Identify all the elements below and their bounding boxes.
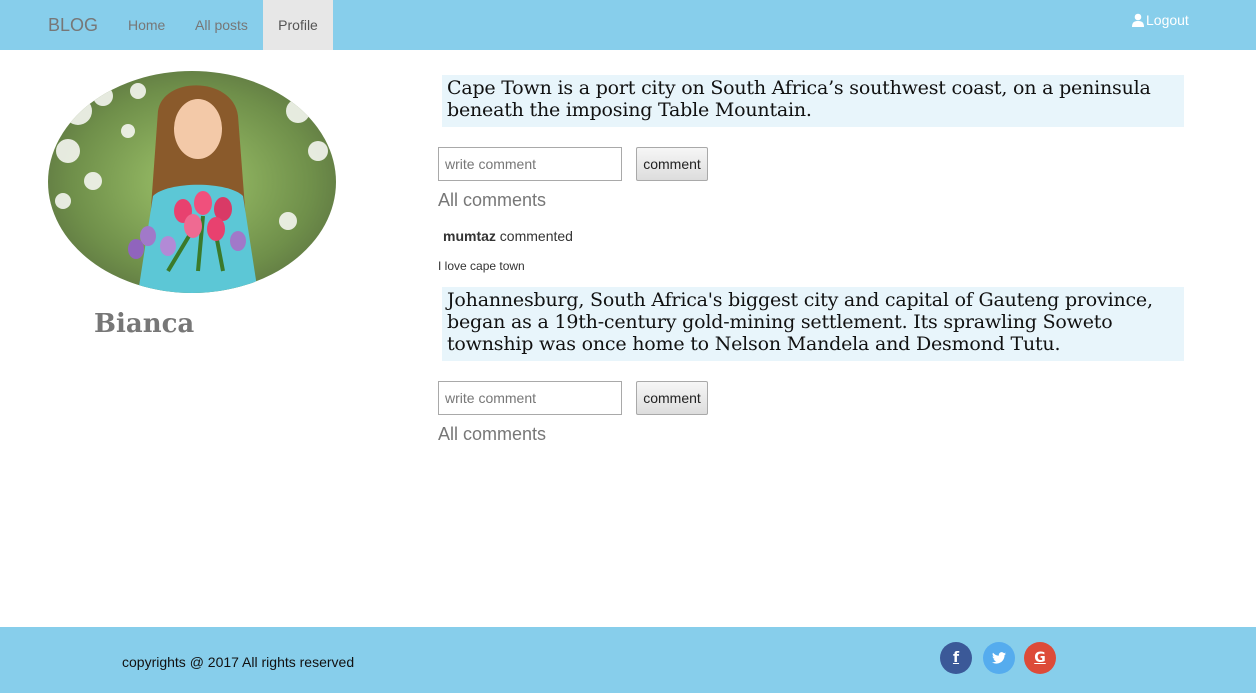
footer: copyrights @ 2017 All rights reserved f …	[0, 627, 1256, 693]
post-text: Cape Town is a port city on South Africa…	[442, 75, 1184, 127]
user-icon	[1132, 13, 1144, 27]
brand-link[interactable]: BLOG	[48, 15, 98, 36]
google-icon[interactable]: G	[1024, 642, 1056, 674]
twitter-icon[interactable]	[983, 642, 1015, 674]
facebook-icon[interactable]: f	[940, 642, 972, 674]
comment-button[interactable]: comment	[636, 147, 708, 181]
twitter-bird-icon	[992, 652, 1006, 664]
profile-name: Bianca	[94, 309, 195, 339]
nav-home[interactable]: Home	[128, 0, 165, 50]
comment-input[interactable]	[438, 381, 622, 415]
comment-author: mumtaz	[443, 228, 496, 244]
logout-link[interactable]: Logout	[1131, 12, 1189, 28]
all-comments-link[interactable]: All comments	[438, 424, 546, 445]
google-glyph: G	[1034, 650, 1046, 666]
comment-input[interactable]	[438, 147, 622, 181]
logout-label: Logout	[1146, 12, 1189, 28]
comment-action: commented	[499, 228, 573, 244]
nav-all-posts[interactable]: All posts	[195, 0, 248, 50]
avatar-photo	[48, 71, 336, 293]
post-text: Johannesburg, South Africa's biggest cit…	[442, 287, 1184, 361]
comment-button[interactable]: comment	[636, 381, 708, 415]
facebook-glyph: f	[952, 650, 960, 666]
comment-author-line: mumtaz commented	[443, 228, 573, 244]
avatar	[48, 71, 336, 293]
nav-profile[interactable]: Profile	[263, 0, 333, 50]
comment-text: I love cape town	[438, 259, 525, 273]
all-comments-link[interactable]: All comments	[438, 190, 546, 211]
copyright-text: copyrights @ 2017 All rights reserved	[122, 654, 355, 670]
navbar: BLOG Home All posts Profile Logout	[0, 0, 1256, 50]
